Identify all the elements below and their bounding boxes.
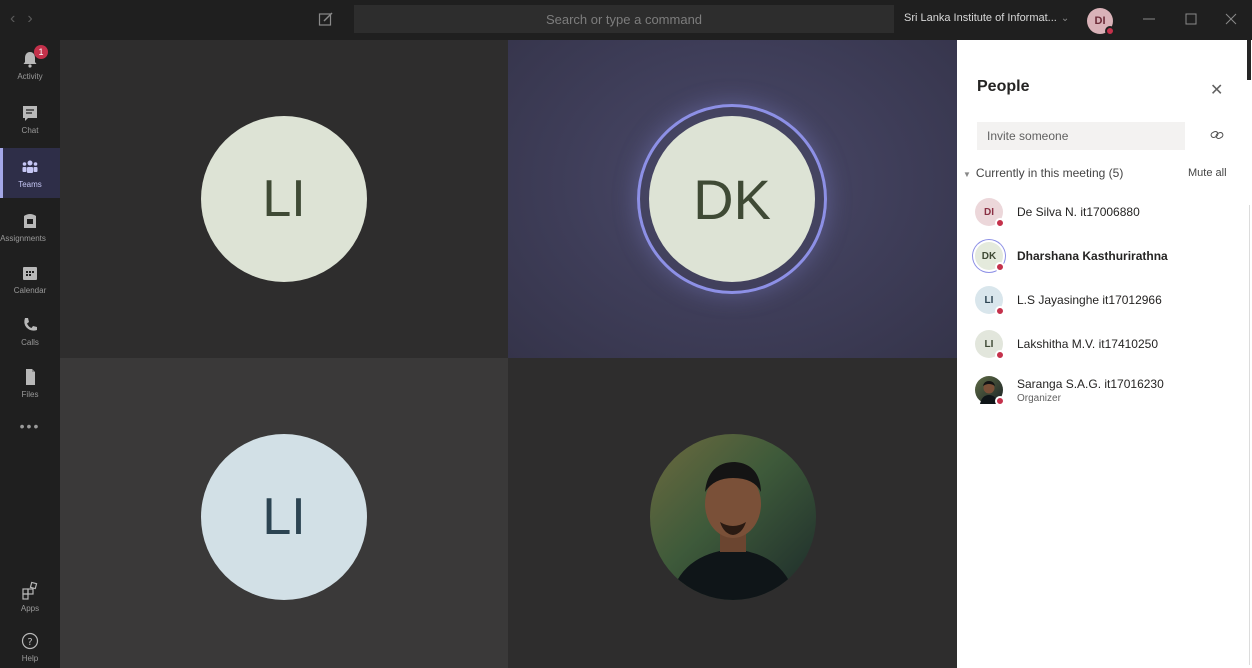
scrollbar-thumb[interactable] (1247, 40, 1251, 80)
rail-item-teams[interactable]: Teams (0, 148, 60, 198)
scrollbar-track[interactable] (1249, 205, 1250, 665)
participant-photo (650, 434, 816, 600)
video-tile-active-speaker[interactable]: DK (508, 40, 957, 358)
help-icon: ? (21, 632, 39, 650)
participant-row[interactable]: LI Lakshitha M.V. it17410250 (975, 329, 1225, 360)
link-icon[interactable] (1209, 127, 1225, 143)
participant-avatar: LI (201, 434, 367, 600)
participant-row[interactable]: DI De Silva N. it17006880 (975, 197, 1225, 228)
assignments-icon (24, 214, 36, 228)
rail-item-apps[interactable]: Apps (0, 572, 60, 622)
chevron-down-icon[interactable]: ⌄ (1061, 13, 1069, 24)
calendar-icon (23, 267, 37, 280)
user-initials: DI (1094, 15, 1106, 27)
chevron-down-icon: ▼ (963, 170, 971, 179)
rail-label-help: Help (21, 654, 39, 663)
avatar-initials: DI (984, 206, 994, 218)
rail-item-help[interactable]: ? Help (0, 622, 60, 668)
rail-label-files: Files (21, 390, 39, 399)
teams-icon (22, 160, 38, 173)
participant-avatar: LI (975, 330, 1005, 360)
video-tile[interactable]: LI (60, 358, 508, 668)
participant-avatar: LI (975, 286, 1005, 316)
minimize-icon[interactable] (1140, 10, 1158, 28)
presence-busy-icon (995, 306, 1005, 316)
apps-icon (22, 581, 38, 600)
participant-row[interactable]: DK Dharshana Kasthurirathna (975, 241, 1225, 272)
participant-avatar: LI (201, 116, 367, 282)
rail-item-calendar[interactable]: Calendar (0, 254, 60, 304)
file-icon (26, 369, 35, 385)
rail-item-calls[interactable]: Calls (0, 306, 60, 356)
avatar-initials: LI (984, 294, 994, 306)
compose-icon[interactable] (318, 11, 334, 27)
participant-name: Dharshana Kasthurirathna (1017, 249, 1168, 263)
participant-row[interactable]: Saranga S.A.G. it17016230 Organizer (975, 373, 1225, 407)
rail-item-activity[interactable]: 1 Activity (0, 40, 60, 90)
avatar-initials: LI (262, 488, 306, 546)
rail-item-assignments[interactable]: Assignments (0, 202, 60, 252)
app-rail: 1 Activity Chat Teams Assignments Calend… (0, 40, 60, 668)
participant-row[interactable]: LI L.S Jayasinghe it17012966 (975, 285, 1225, 316)
search-input[interactable]: Search or type a command (354, 5, 894, 33)
rail-label-chat: Chat (21, 126, 39, 135)
presence-busy-icon (995, 396, 1005, 406)
user-avatar[interactable]: DI (1087, 8, 1115, 36)
presence-busy-icon (995, 350, 1005, 360)
video-tile[interactable]: LI (60, 40, 508, 358)
section-label: Currently in this meeting (5) (975, 166, 1124, 180)
avatar-initials: LI (984, 338, 994, 350)
phone-icon (24, 318, 37, 331)
forward-icon[interactable]: › (27, 10, 44, 27)
close-icon[interactable]: ✕ (1210, 80, 1223, 100)
person-photo-icon (670, 462, 796, 600)
rail-item-files[interactable]: Files (0, 358, 60, 408)
close-window-icon[interactable] (1222, 10, 1240, 28)
back-icon[interactable]: ‹ (10, 10, 27, 27)
video-tile[interactable] (508, 358, 957, 668)
org-switcher[interactable]: Sri Lanka Institute of Informat... ⌄ (904, 12, 1069, 24)
invite-input[interactable]: Invite someone (977, 122, 1185, 150)
rail-label-apps: Apps (20, 604, 40, 613)
more-apps-icon[interactable]: ••• (0, 418, 60, 434)
participant-name: L.S Jayasinghe it17012966 (1017, 293, 1162, 307)
participant-name: Saranga S.A.G. it17016230 (1017, 376, 1164, 391)
rail-label-activity: Activity (17, 72, 43, 81)
presence-busy-icon (995, 262, 1005, 272)
svg-text:?: ? (27, 637, 32, 648)
maximize-icon[interactable] (1182, 10, 1200, 28)
rail-label-teams: Teams (18, 180, 42, 189)
participant-name: Lakshitha M.V. it17410250 (1017, 337, 1158, 351)
panel-title: People (977, 78, 1030, 95)
mute-all-button[interactable]: Mute all (1188, 167, 1227, 179)
rail-label-calls: Calls (21, 338, 39, 347)
participant-name: De Silva N. it17006880 (1017, 205, 1140, 219)
activity-badge: 1 (34, 45, 48, 59)
rail-item-chat[interactable]: Chat (0, 94, 60, 144)
participant-photo (975, 376, 1005, 406)
org-name[interactable]: Sri Lanka Institute of Informat... (904, 12, 1057, 24)
presence-busy-icon (995, 218, 1005, 228)
meeting-section-header[interactable]: ▼ Currently in this meeting (5) (963, 166, 1123, 180)
chat-icon (23, 106, 37, 121)
nav-arrows[interactable]: ‹› (10, 10, 45, 28)
participant-avatar: DK (975, 242, 1005, 272)
title-bar: ‹› Search or type a command Sri Lanka In… (0, 0, 1252, 40)
avatar-initials: DK (693, 167, 771, 231)
rail-label-assignments: Assignments (0, 234, 46, 243)
participant-avatar: DI (975, 198, 1005, 228)
teams-window: ‹› Search or type a command Sri Lanka In… (0, 0, 1252, 668)
presence-busy-icon (1105, 26, 1115, 36)
participant-role: Organizer (1017, 392, 1061, 404)
participant-avatar: DK (649, 116, 815, 282)
rail-label-calendar: Calendar (13, 286, 47, 295)
avatar-initials: LI (262, 170, 306, 228)
people-panel: People ✕ Invite someone ▼ Currently in th… (957, 40, 1252, 668)
avatar-initials: DK (981, 250, 997, 262)
